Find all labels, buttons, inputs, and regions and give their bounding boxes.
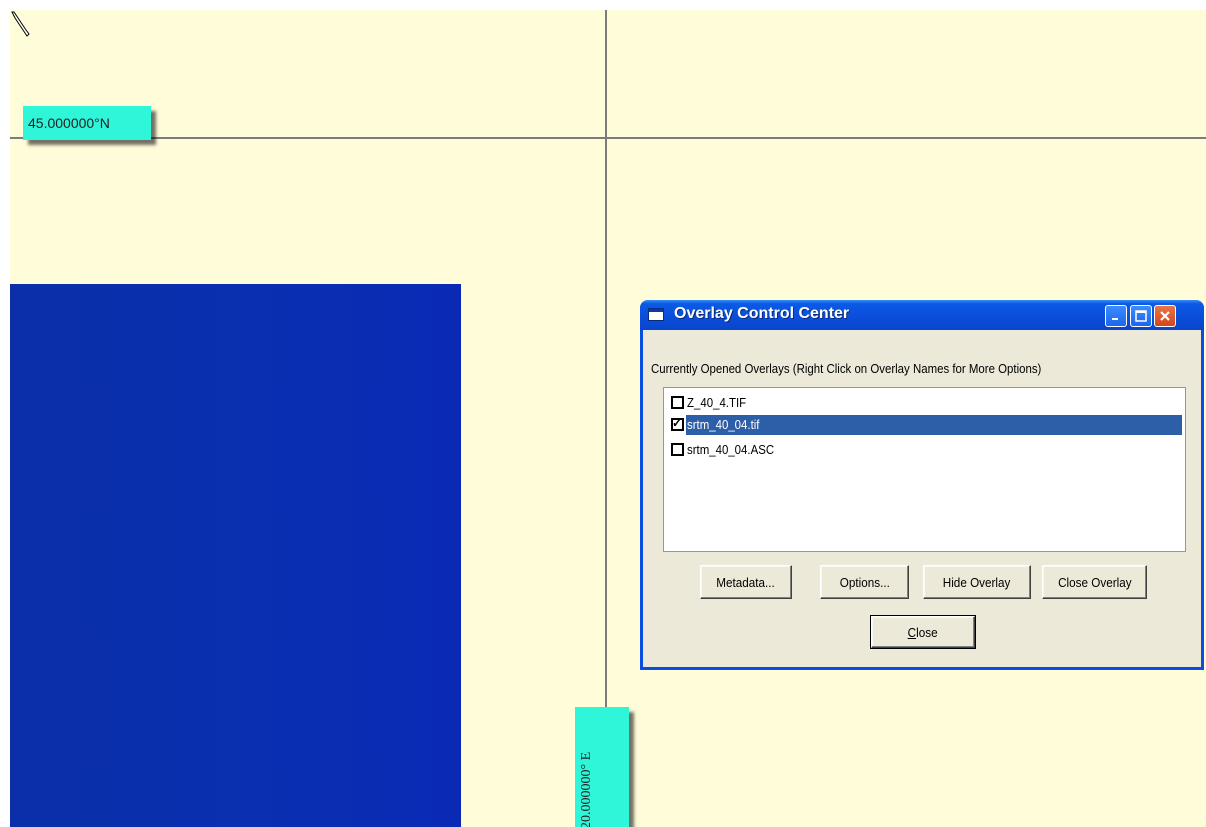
close-icon	[1155, 306, 1175, 326]
hide-overlay-button-label: Hide Overlay	[943, 574, 1011, 590]
close-button[interactable]: Close	[870, 615, 976, 649]
minimize-button[interactable]	[1105, 305, 1127, 327]
maximize-icon	[1131, 306, 1151, 326]
longitude-label: 20.000000° E	[579, 751, 594, 827]
minimize-icon	[1106, 306, 1126, 326]
metadata-button[interactable]: Metadata...	[700, 565, 792, 599]
window-icon	[648, 308, 664, 321]
overlays-caption: Currently Opened Overlays (Right Click o…	[651, 361, 1042, 376]
hide-overlay-button[interactable]: Hide Overlay	[923, 565, 1031, 599]
overlay-item-1[interactable]: ✓ srtm_40_04.tif	[666, 415, 1182, 435]
maximize-button[interactable]	[1130, 305, 1152, 327]
overlay-name-1: srtm_40_04.tif	[687, 417, 760, 432]
cursor-icon	[11, 11, 30, 37]
overlay-control-center-window[interactable]: Overlay Control Center Currently Opened …	[640, 300, 1204, 670]
overlay-name-0: Z_40_4.TIF	[687, 395, 747, 410]
latitude-gridline	[10, 137, 1206, 139]
title-bar[interactable]: Overlay Control Center	[640, 300, 1204, 330]
overlay-item-0[interactable]: Z_40_4.TIF	[666, 393, 1182, 413]
options-button[interactable]: Options...	[820, 565, 909, 599]
options-button-label: Options...	[839, 574, 890, 590]
latitude-label: 45.000000°N	[23, 106, 151, 140]
overlay-checkbox-2[interactable]	[671, 443, 684, 456]
overlay-name-2: srtm_40_04.ASC	[687, 442, 775, 457]
close-overlay-button[interactable]: Close Overlay	[1042, 565, 1147, 599]
selection-highlight	[686, 415, 1182, 435]
close-window-button[interactable]	[1154, 305, 1176, 327]
overlay-checkbox-1[interactable]: ✓	[671, 416, 684, 431]
longitude-gridline	[605, 10, 607, 827]
overlay-checkbox-0[interactable]	[671, 396, 684, 409]
overlay-item-2[interactable]: srtm_40_04.ASC	[666, 440, 1182, 460]
close-button-label: Close	[908, 624, 938, 640]
close-overlay-button-label: Close Overlay	[1057, 574, 1132, 590]
overlay-list[interactable]: Z_40_4.TIF ✓ srtm_40_04.tif srtm_40_04.A…	[663, 387, 1186, 552]
longitude-label-box: 20.000000° E	[575, 707, 629, 827]
raster-overlay	[10, 284, 461, 827]
window-title: Overlay Control Center	[674, 305, 850, 322]
checkmark-icon: ✓	[672, 416, 683, 430]
metadata-button-label: Metadata...	[716, 574, 776, 590]
